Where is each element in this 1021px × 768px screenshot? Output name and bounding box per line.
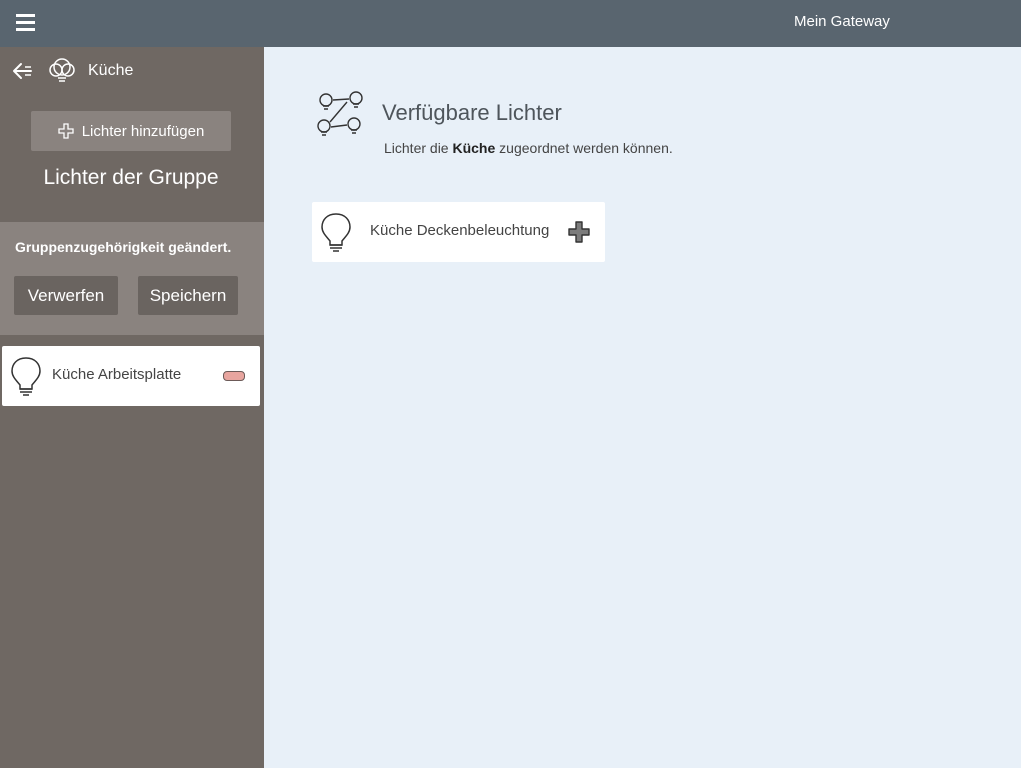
sidebar: Küche Lichter hinzufügen Lichter der Gru… (0, 47, 264, 768)
group-lights-title: Lichter der Gruppe (43, 166, 219, 189)
available-light-item[interactable]: Küche Deckenbeleuchtung (312, 202, 605, 262)
remove-light-button[interactable] (223, 371, 245, 381)
light-name: Küche Deckenbeleuchtung (370, 222, 550, 239)
light-name: Küche Arbeitsplatte (52, 366, 182, 383)
gateway-title: Mein Gateway (794, 13, 890, 30)
change-notice-text: Gruppenzugehörigkeit geändert. (15, 239, 232, 255)
group-lights-icon (49, 58, 75, 82)
save-button[interactable]: Speichern (138, 276, 238, 315)
light-bulb-icon (11, 357, 41, 396)
discard-button[interactable]: Verwerfen (14, 276, 118, 315)
subtitle-prefix: Lichter die (384, 140, 453, 156)
top-bar: Mein Gateway (0, 0, 1021, 47)
add-light-plus-icon[interactable] (568, 221, 590, 243)
sidebar-header: Küche Lichter hinzufügen Lichter der Gru… (0, 47, 264, 222)
menu-icon[interactable] (16, 14, 35, 31)
light-bulb-icon (321, 213, 351, 252)
plus-icon (58, 123, 74, 139)
subtitle-group: Küche (452, 140, 496, 156)
add-lights-button[interactable]: Lichter hinzufügen (31, 111, 231, 151)
subtitle-suffix: zugeordnet werden können. (495, 140, 673, 156)
available-lights-title: Verfügbare Lichter (382, 100, 562, 125)
back-arrow-icon[interactable] (11, 61, 34, 81)
available-lights-subtitle: Lichter die Küche zugeordnet werden könn… (384, 140, 673, 156)
available-lights-icon (317, 91, 363, 136)
group-name: Küche (88, 62, 134, 79)
change-notice-panel: Gruppenzugehörigkeit geändert. Verwerfen… (0, 222, 264, 335)
group-light-item[interactable]: Küche Arbeitsplatte (2, 346, 260, 406)
add-lights-label: Lichter hinzufügen (81, 122, 205, 140)
